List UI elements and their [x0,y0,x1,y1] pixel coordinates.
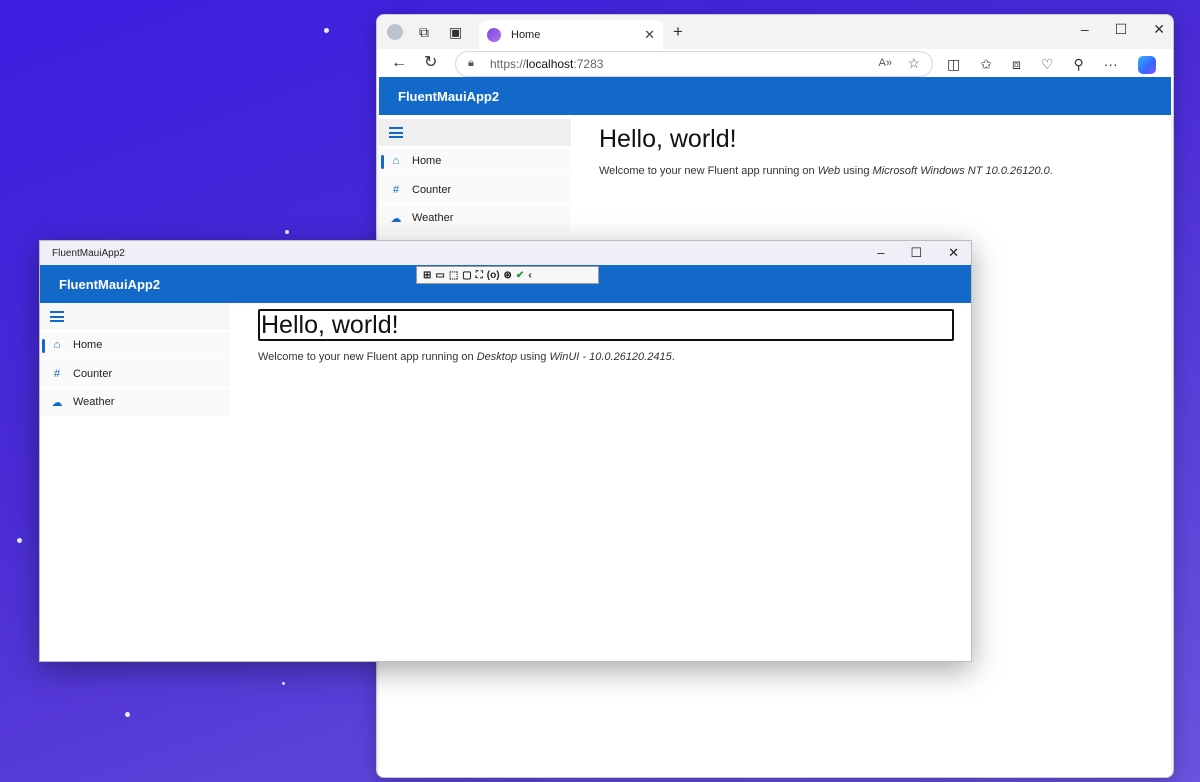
page-title: Hello, world! [599,125,737,153]
more-options-icon[interactable]: ··· [1104,56,1118,74]
background-star [324,28,329,33]
url-scheme: https:// [490,57,527,71]
browser-essentials-icon[interactable]: ♡ [1041,56,1054,74]
lock-icon: 🔒︎ [468,57,474,69]
nav-item-label: Home [412,155,442,167]
background-star [285,230,289,234]
background-star [282,682,285,685]
nav-item-weather[interactable]: ☁ Weather [379,204,571,232]
welcome-text: Welcome to your new Fluent app running o… [599,165,1159,177]
no-issues-check-icon[interactable]: ✔ [516,270,524,281]
accessibility-icon[interactable]: ⊛ [504,270,512,281]
os-version: Microsoft Windows NT 10.0.26120.0 [872,165,1050,177]
maximize-icon[interactable]: ☐ [1115,21,1128,38]
nav-item-counter[interactable]: # Counter [40,360,230,387]
number-symbol-icon: # [53,367,61,380]
live-visual-tree-icon[interactable]: ⊞ [423,270,431,281]
maui-desktop-window: FluentMauiApp2 – ☐ ✕ FluentMauiApp2 ⊞ ▭ … [39,240,972,662]
close-tab-icon[interactable]: ✕ [644,27,655,43]
nav-item-label: Counter [412,183,452,196]
collapse-chevron-icon[interactable]: ‹ [528,270,531,281]
platform-name: Desktop [476,351,518,363]
hamburger-icon [389,127,403,138]
os-version: WinUI - 10.0.26120.2415 [549,351,672,363]
split-screen-icon[interactable]: ◫ [947,56,960,74]
welcome-prefix: Welcome to your new Fluent app running o… [258,351,477,363]
profile-avatar-icon[interactable] [387,24,403,40]
back-arrow-icon[interactable]: ← [391,55,407,71]
hamburger-menu-button[interactable] [40,303,230,330]
nav-item-label: Weather [412,212,454,224]
tab-title: Home [511,28,541,41]
app-title: FluentMauiApp2 [59,276,161,292]
nav-item-home[interactable]: ⌂ Home [40,331,230,359]
blazor-favicon-icon [487,27,501,42]
extensions-icon[interactable]: ⚲ [1073,56,1083,74]
nav-item-home[interactable]: ⌂ Home [379,147,571,175]
new-tab-icon[interactable]: + [673,23,683,40]
app-header: FluentMauiApp2 ⊞ ▭ ⬚ ▢ ⛶ (o) ⊛ ✔ ‹ [40,265,971,303]
nav-item-label: Weather [73,396,115,408]
hamburger-menu-button[interactable] [379,119,571,146]
using-word: using [517,351,550,363]
browser-tools: ◫ ✩ ⧈ ♡ ⚲ ··· [947,56,1156,74]
nav-item-weather[interactable]: ☁ Weather [40,388,230,416]
close-icon[interactable]: ✕ [1153,21,1165,38]
background-star [125,712,130,717]
refresh-icon[interactable]: ↻ [424,55,437,71]
sentence-period: . [1049,165,1053,177]
minimize-icon[interactable]: – [1081,21,1089,38]
page-title: Hello, world! [258,309,954,341]
web-nav-menu: ⌂ Home # Counter ☁ Weather [379,119,571,232]
workspaces-icon[interactable]: ⧉ [419,25,429,39]
tab-home[interactable]: Home ✕ [479,20,663,49]
minimize-icon[interactable]: – [877,245,884,261]
welcome-prefix: Welcome to your new Fluent app running o… [599,165,818,177]
web-content: Hello, world! Welcome to your new Fluent… [599,125,1159,177]
record-icon[interactable]: ▭ [435,270,444,281]
address-bar[interactable]: 🔒︎ https://localhost:7283 A» ☆ [455,51,933,77]
url-port: :7283 [573,57,604,71]
select-element-icon[interactable]: ⬚ [449,270,458,281]
hamburger-icon [50,311,64,322]
web-app-header: FluentMauiApp2 [379,77,1171,115]
copilot-icon[interactable] [1137,56,1156,74]
window-title: FluentMauiApp2 [52,247,125,259]
main-content: Hello, world! Welcome to your new Fluent… [258,309,954,363]
nav-menu: ⌂ Home # Counter ☁ Weather [40,303,230,416]
xaml-debug-toolbar: ⊞ ▭ ⬚ ▢ ⛶ (o) ⊛ ✔ ‹ [416,266,599,284]
browser-window-controls: – ☐ ✕ [1081,21,1165,38]
nav-item-label: Home [73,339,103,351]
maximize-icon[interactable]: ☐ [910,245,922,261]
web-app-title: FluentMauiApp2 [398,88,500,104]
sentence-period: . [671,351,675,363]
track-focus-icon[interactable]: ⛶ [476,270,483,281]
welcome-text: Welcome to your new Fluent app running o… [258,351,954,363]
window-titlebar[interactable]: FluentMauiApp2 – ☐ ✕ [40,241,971,265]
favorite-star-icon[interactable]: ☆ [907,55,920,72]
number-symbol-icon: # [392,183,400,196]
collections-icon[interactable]: ⧈ [1012,56,1021,74]
browser-tab-bar: ⧉ ▣ Home ✕ + – ☐ ✕ [377,15,1173,49]
vertical-tabs-icon[interactable]: ▣ [449,25,462,39]
home-icon: ⌂ [53,339,61,351]
background-star [17,538,22,543]
nav-item-counter[interactable]: # Counter [379,176,571,203]
close-icon[interactable]: ✕ [948,245,959,261]
using-word: using [840,165,873,177]
home-icon: ⌂ [392,155,400,167]
weather-partly-cloudy-icon: ☁ [51,396,63,409]
platform-name: Web [817,165,841,177]
weather-partly-cloudy-icon: ☁ [390,212,402,225]
window-controls: – ☐ ✕ [877,245,959,261]
read-aloud-icon[interactable]: A» [879,57,892,69]
url-host: localhost [526,57,574,71]
display-layout-adorners-icon[interactable]: ▢ [462,270,471,281]
nav-item-label: Counter [73,367,113,380]
favorites-icon[interactable]: ✩ [980,56,992,74]
binding-failures-icon[interactable]: (o) [487,270,500,281]
